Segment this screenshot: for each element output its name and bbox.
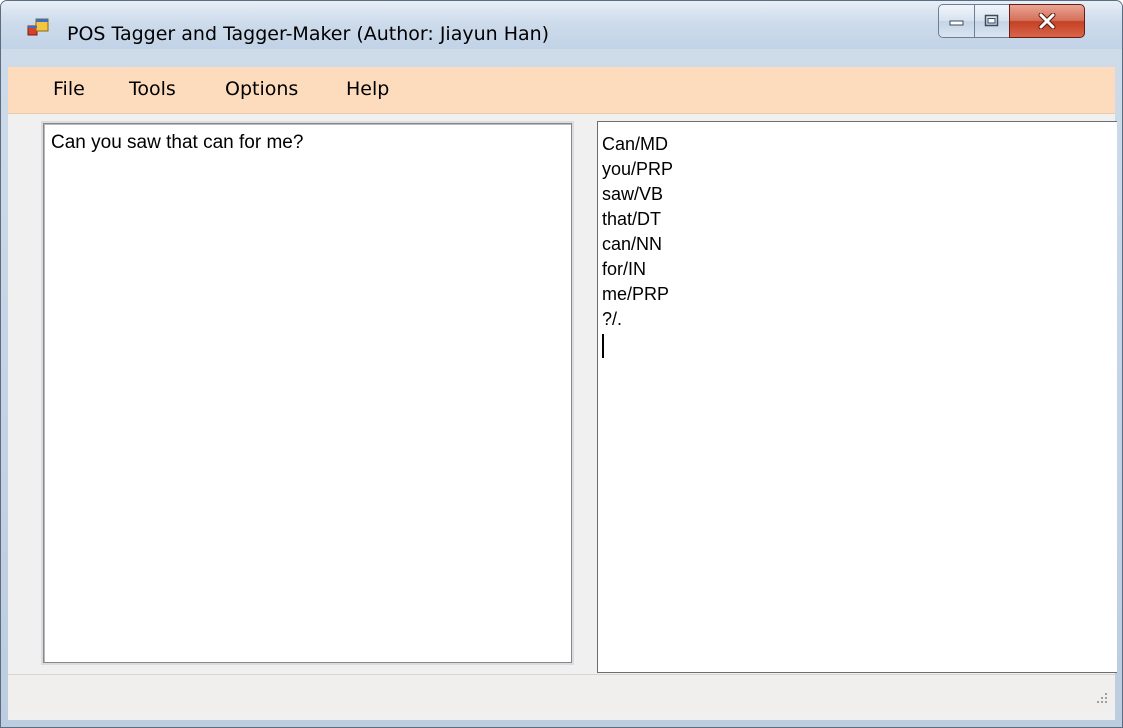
menu-help[interactable]: Help (346, 78, 389, 100)
resize-grip-icon[interactable] (1091, 689, 1109, 707)
menu-file[interactable]: File (53, 78, 85, 100)
output-line: can/NN (602, 234, 663, 254)
input-textbox[interactable]: Can you saw that can for me? (43, 123, 572, 663)
output-line: me/PRP (602, 284, 670, 304)
menu-tools[interactable]: Tools (129, 78, 176, 100)
title-bar[interactable]: POS Tagger and Tagger-Maker (Author: Jia… (1, 1, 1122, 49)
menu-bar: File Tools Options Help (8, 67, 1115, 114)
window-title: POS Tagger and Tagger-Maker (Author: Jia… (67, 23, 550, 45)
main-window: POS Tagger and Tagger-Maker (Author: Jia… (0, 0, 1123, 728)
close-button[interactable] (1009, 4, 1085, 38)
output-textbox[interactable]: Can/MD you/PRP saw/VB that/DT can/NN for… (597, 121, 1117, 673)
output-line: saw/VB (602, 184, 664, 204)
maximize-button[interactable] (974, 4, 1010, 38)
output-line: for/IN (602, 259, 647, 279)
output-line: that/DT (602, 209, 662, 229)
close-icon (1038, 13, 1056, 29)
panel-splitter[interactable] (587, 114, 597, 674)
output-line: Can/MD (602, 134, 669, 154)
minimize-icon (949, 20, 963, 26)
maximize-icon (984, 14, 999, 27)
app-window-icon (27, 18, 49, 36)
menu-options[interactable]: Options (225, 78, 298, 100)
output-line: ?/. (602, 309, 623, 329)
minimize-button[interactable] (938, 4, 975, 38)
output-line: you/PRP (602, 159, 674, 179)
status-bar (8, 674, 1115, 713)
text-caret (602, 334, 604, 358)
